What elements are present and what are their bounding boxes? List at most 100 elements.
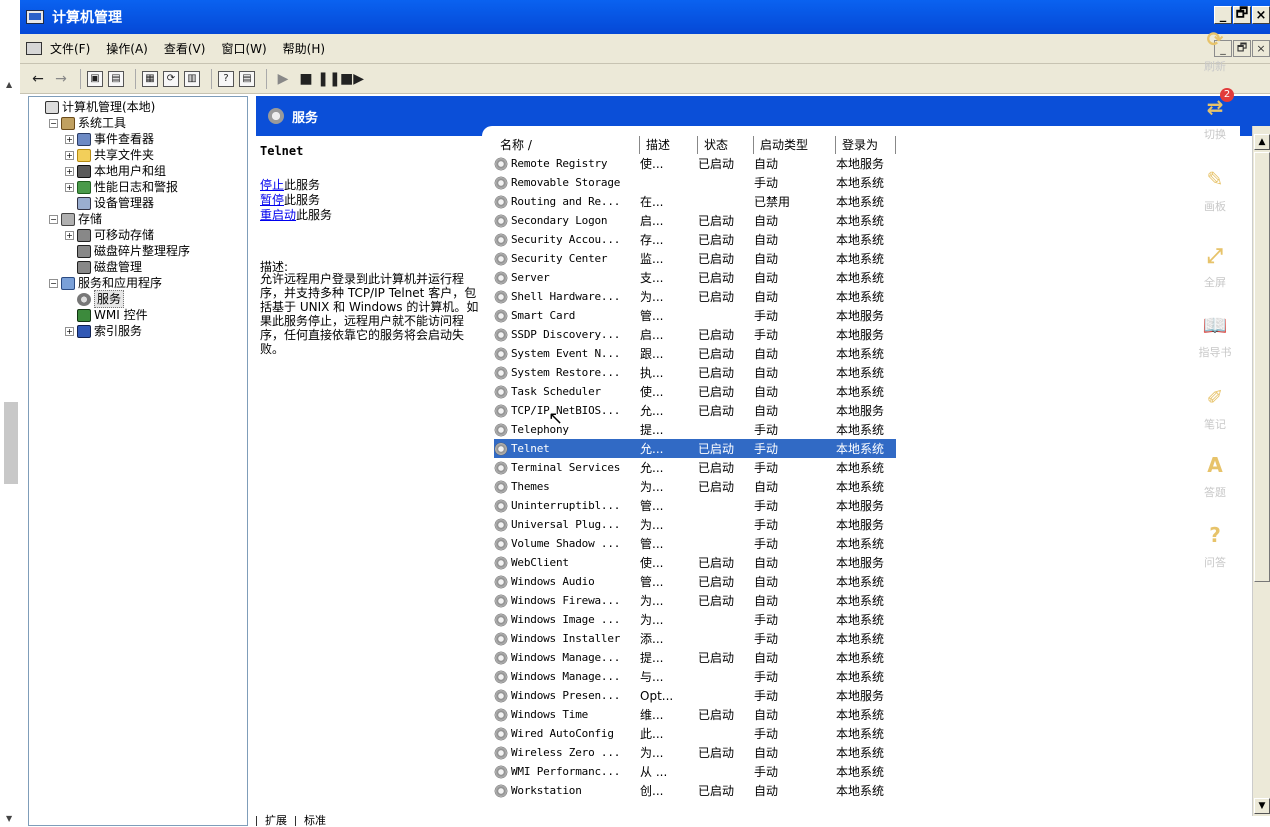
tree-node[interactable]: − 系统工具 — [29, 115, 247, 131]
service-row[interactable]: Task Scheduler 使... 已启动 自动 本地系统 — [494, 382, 896, 401]
tab-standard[interactable]: 标准 — [295, 815, 334, 826]
outer-scroll-thumb[interactable] — [4, 402, 18, 484]
show-tree-icon[interactable]: ▤ — [108, 70, 124, 87]
service-row[interactable]: Volume Shadow ... 管... 手动 本地系统 — [494, 534, 896, 553]
collapse-icon[interactable]: − — [49, 278, 58, 288]
service-row[interactable]: WMI Performanc... 从 ... 手动 本地系统 — [494, 762, 896, 781]
console-icon[interactable]: ▤ — [239, 70, 255, 87]
service-row[interactable]: Windows Time 维... 已启动 自动 本地系统 — [494, 705, 896, 724]
refresh-list-icon[interactable]: ⟳ — [163, 70, 179, 87]
tree-node[interactable]: + 事件查看器 — [29, 131, 247, 147]
service-row[interactable]: Security Center 监... 已启动 自动 本地系统 — [494, 249, 896, 268]
service-row[interactable]: Windows Presen... Opt... 手动 本地服务 — [494, 686, 896, 705]
scroll-down-icon[interactable]: ▼ — [1254, 798, 1270, 814]
service-row[interactable]: Routing and Re... 在... 已禁用 本地系统 — [494, 192, 896, 211]
column-description[interactable]: 描述 — [640, 136, 698, 154]
tree-node[interactable]: 服务 — [29, 290, 247, 308]
menu-action[interactable]: 操作(A) — [106, 40, 148, 57]
overlay-item-qa[interactable]: ? 问答 — [1180, 520, 1250, 570]
overlay-item-switch[interactable]: ⇄ 2 切换 — [1180, 88, 1250, 142]
service-row[interactable]: Themes 为... 已启动 自动 本地系统 — [494, 477, 896, 496]
expand-icon[interactable]: + — [65, 150, 74, 160]
properties-icon[interactable]: ▦ — [142, 70, 158, 87]
menu-view[interactable]: 查看(V) — [164, 40, 206, 57]
menu-help[interactable]: 帮助(H) — [283, 40, 325, 57]
column-name[interactable]: 名称 / — [494, 136, 640, 154]
service-row[interactable]: Wired AutoConfig 此... 手动 本地系统 — [494, 724, 896, 743]
up-level-icon[interactable]: ▣ — [87, 70, 103, 87]
tree-node[interactable]: + 索引服务 — [29, 323, 247, 339]
column-startup-type[interactable]: 启动类型 — [754, 136, 836, 154]
export-list-icon[interactable]: ▥ — [184, 70, 200, 87]
service-row[interactable]: Secondary Logon 启... 已启动 自动 本地系统 — [494, 211, 896, 230]
scroll-up-icon[interactable]: ▲ — [1254, 134, 1270, 150]
overlay-item-guide[interactable]: 📖 指导书 — [1180, 310, 1250, 360]
expand-icon[interactable]: + — [65, 182, 74, 192]
tree-node[interactable]: − 存储 — [29, 211, 247, 227]
service-row[interactable]: System Event N... 跟... 已启动 自动 本地系统 — [494, 344, 896, 363]
tree-node[interactable]: + 本地用户和组 — [29, 163, 247, 179]
restart-service-icon[interactable]: ■▶ — [340, 69, 364, 89]
pause-link[interactable]: 暂停 — [260, 193, 284, 207]
tree-node[interactable]: 计算机管理(本地) — [29, 99, 247, 115]
tree-node[interactable]: − 服务和应用程序 — [29, 275, 247, 291]
stop-service-icon[interactable]: ■ — [296, 69, 316, 89]
service-row[interactable]: Universal Plug... 为... 手动 本地服务 — [494, 515, 896, 534]
stop-link[interactable]: 停止 — [260, 178, 284, 192]
service-row[interactable]: SSDP Discovery... 启... 已启动 手动 本地服务 — [494, 325, 896, 344]
tree-node[interactable]: 磁盘管理 — [29, 259, 247, 275]
overlay-item-fullscreen[interactable]: ⤢ 全屏 — [1180, 240, 1250, 290]
service-row[interactable]: WebClient 使... 已启动 自动 本地服务 — [494, 553, 896, 572]
overlay-item-brush[interactable]: ✎ 画板 — [1180, 164, 1250, 214]
tree-node[interactable]: 磁盘碎片整理程序 — [29, 243, 247, 259]
service-row[interactable]: Uninterruptibl... 管... 手动 本地服务 — [494, 496, 896, 515]
menu-window[interactable]: 窗口(W) — [221, 40, 266, 57]
document-icon[interactable] — [26, 42, 42, 55]
scroll-down-arrow-icon[interactable]: ▼ — [6, 814, 12, 823]
service-row[interactable]: System Restore... 执... 已启动 自动 本地系统 — [494, 363, 896, 382]
service-row[interactable]: Workstation 创... 已启动 自动 本地系统 — [494, 781, 896, 800]
close-button[interactable]: × — [1252, 6, 1270, 24]
scroll-up-arrow-icon[interactable]: ▲ — [6, 80, 12, 89]
expand-icon[interactable]: + — [65, 326, 74, 336]
service-row[interactable]: Security Accou... 存... 已启动 自动 本地系统 — [494, 230, 896, 249]
service-row[interactable]: Telnet 允... 已启动 手动 本地系统 — [494, 439, 896, 458]
forward-icon[interactable]: → — [51, 69, 71, 89]
service-row[interactable]: Windows Image ... 为... 手动 本地系统 — [494, 610, 896, 629]
service-row[interactable]: Remote Registry 使... 已启动 自动 本地服务 — [494, 154, 896, 173]
tree-node[interactable]: + 可移动存储 — [29, 227, 247, 243]
overlay-item-answer[interactable]: A 答题 — [1180, 450, 1250, 500]
tree-node[interactable]: WMI 控件 — [29, 307, 247, 323]
start-service-icon[interactable]: ▶ — [273, 69, 293, 89]
service-row[interactable]: Windows Manage... 与... 手动 本地系统 — [494, 667, 896, 686]
service-row[interactable]: Wireless Zero ... 为... 已启动 自动 本地系统 — [494, 743, 896, 762]
service-row[interactable]: Windows Manage... 提... 已启动 自动 本地系统 — [494, 648, 896, 667]
service-row[interactable]: Removable Storage 手动 本地系统 — [494, 173, 896, 192]
help-icon[interactable]: ? — [218, 70, 234, 87]
menu-file[interactable]: 文件(F) — [50, 40, 90, 57]
tree-node[interactable]: 设备管理器 — [29, 195, 247, 211]
collapse-icon[interactable]: − — [49, 118, 58, 128]
service-row[interactable]: Server 支... 已启动 自动 本地系统 — [494, 268, 896, 287]
service-row[interactable]: Windows Installer 添... 手动 本地系统 — [494, 629, 896, 648]
column-logon-as[interactable]: 登录为 — [836, 136, 896, 154]
overlay-item-refresh[interactable]: ⟳ 刷新 — [1180, 24, 1250, 74]
outer-scrollbar[interactable]: ▲ ▼ — [0, 0, 20, 826]
tab-extended[interactable]: 扩展 — [256, 815, 295, 826]
service-row[interactable]: Windows Audio 管... 已启动 自动 本地系统 — [494, 572, 896, 591]
tree-node[interactable]: + 共享文件夹 — [29, 147, 247, 163]
tree-node[interactable]: + 性能日志和警报 — [29, 179, 247, 195]
back-icon[interactable]: ← — [28, 69, 48, 89]
expand-icon[interactable]: + — [65, 166, 74, 176]
service-row[interactable]: Shell Hardware... 为... 已启动 自动 本地系统 — [494, 287, 896, 306]
list-scrollbar[interactable]: ▲ ▼ — [1252, 126, 1270, 816]
service-row[interactable]: Smart Card 管... 手动 本地服务 — [494, 306, 896, 325]
expand-icon[interactable]: + — [65, 134, 74, 144]
pause-service-icon[interactable]: ❚❚ — [317, 69, 340, 89]
mdi-close-button[interactable]: × — [1252, 40, 1270, 57]
collapse-icon[interactable]: − — [49, 214, 58, 224]
overlay-item-pen[interactable]: ✐ 笔记 — [1180, 382, 1250, 432]
restart-link[interactable]: 重启动 — [260, 208, 296, 222]
column-status[interactable]: 状态 — [698, 136, 754, 154]
expand-icon[interactable]: + — [65, 230, 74, 240]
